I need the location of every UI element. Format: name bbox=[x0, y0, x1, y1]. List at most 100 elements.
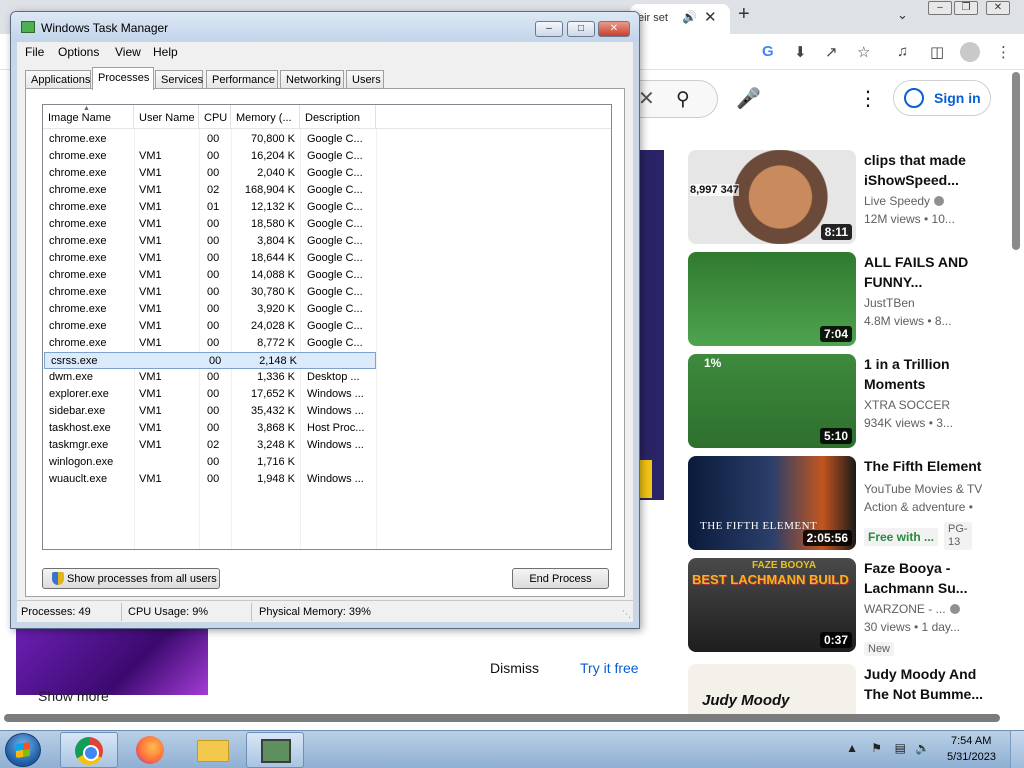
table-row[interactable]: chrome.exe VM1 00 24,028 K Google C... bbox=[43, 318, 611, 335]
column-image-name[interactable]: ▲ Image Name bbox=[43, 105, 134, 129]
video-thumbnail[interactable]: FAZE BOOYA BEST LACHMANN BUILD 0:37 bbox=[688, 558, 856, 652]
video-channel[interactable]: Live Speedy bbox=[864, 194, 945, 208]
media-icon[interactable]: ♫ bbox=[897, 43, 908, 60]
video-item[interactable]: Judy Moody Judy Moody And The Not Bumme.… bbox=[688, 664, 1008, 714]
show-more-link[interactable]: Show more bbox=[38, 688, 109, 704]
video-title[interactable]: 1 in a Trillion Moments bbox=[864, 354, 992, 394]
show-desktop-button[interactable] bbox=[1010, 731, 1024, 768]
table-row[interactable]: chrome.exe VM1 00 18,644 K Google C... bbox=[43, 250, 611, 267]
tab-applications[interactable]: Applications bbox=[25, 70, 91, 89]
video-title[interactable]: Judy Moody And The Not Bumme... bbox=[864, 664, 992, 704]
table-row[interactable]: chrome.exe VM1 00 30,780 K Google C... bbox=[43, 284, 611, 301]
new-tab-button[interactable]: + bbox=[738, 3, 750, 26]
process-list[interactable]: ▲ Image Name User Name CPU Memory (... De… bbox=[42, 104, 612, 550]
table-row[interactable]: chrome.exe VM1 00 14,088 K Google C... bbox=[43, 267, 611, 284]
video-thumbnail[interactable]: Judy Moody bbox=[688, 664, 856, 714]
minimize-button[interactable]: – bbox=[928, 1, 952, 15]
minimize-button[interactable]: – bbox=[535, 21, 563, 37]
table-row[interactable]: taskhost.exe VM1 00 3,868 K Host Proc... bbox=[43, 420, 611, 437]
column-user-name[interactable]: User Name bbox=[134, 105, 199, 129]
tab-users[interactable]: Users bbox=[346, 70, 384, 89]
close-icon[interactable]: ✕ bbox=[704, 8, 717, 26]
mic-icon[interactable]: 🎤 bbox=[736, 86, 761, 111]
table-row[interactable]: dwm.exe VM1 00 1,336 K Desktop ... bbox=[43, 369, 611, 386]
table-row[interactable]: chrome.exe VM1 00 16,204 K Google C... bbox=[43, 148, 611, 165]
page-scrollbar[interactable] bbox=[1012, 72, 1020, 250]
action-center-icon[interactable]: ⚑ bbox=[871, 741, 882, 755]
chevron-down-icon[interactable]: ⌄ bbox=[897, 7, 908, 23]
close-button[interactable]: ✕ bbox=[598, 21, 630, 37]
tab-services[interactable]: Services bbox=[155, 70, 203, 89]
table-row[interactable]: sidebar.exe VM1 00 35,432 K Windows ... bbox=[43, 403, 611, 420]
tray-expand-icon[interactable]: ▲ bbox=[846, 741, 858, 755]
table-row[interactable]: wuauclt.exe VM1 00 1,948 K Windows ... bbox=[43, 471, 611, 488]
horizontal-scrollbar[interactable] bbox=[4, 714, 1000, 722]
volume-icon[interactable]: 🔈 bbox=[915, 741, 930, 755]
table-row[interactable]: chrome.exe VM1 02 168,904 K Google C... bbox=[43, 182, 611, 199]
menu-options[interactable]: Options bbox=[58, 45, 99, 59]
table-row[interactable]: chrome.exe VM1 01 12,132 K Google C... bbox=[43, 199, 611, 216]
tab-networking[interactable]: Networking bbox=[280, 70, 344, 89]
video-channel[interactable]: WARZONE - ... bbox=[864, 602, 960, 616]
table-row[interactable]: taskmgr.exe VM1 02 3,248 K Windows ... bbox=[43, 437, 611, 454]
profile-icon[interactable] bbox=[960, 42, 980, 62]
maximize-button[interactable]: □ bbox=[567, 21, 595, 37]
clock-date[interactable]: 5/31/2023 bbox=[947, 751, 996, 763]
resize-grip-icon[interactable]: ⋱ bbox=[622, 609, 631, 620]
dismiss-button[interactable]: Dismiss bbox=[490, 660, 539, 676]
table-row[interactable]: chrome.exe VM1 00 2,040 K Google C... bbox=[43, 165, 611, 182]
column-cpu[interactable]: CPU bbox=[199, 105, 231, 129]
search-icon[interactable]: ⚲ bbox=[676, 88, 690, 111]
video-item[interactable]: THE FIFTH ELEMENT 2:05:56 The Fifth Elem… bbox=[688, 456, 1008, 552]
yt-search-box[interactable]: ✕ ⚲ bbox=[638, 80, 718, 118]
taskbar-chrome[interactable] bbox=[60, 732, 118, 768]
table-row[interactable]: chrome.exe VM1 00 18,580 K Google C... bbox=[43, 216, 611, 233]
video-title[interactable]: clips that made iShowSpeed... bbox=[864, 150, 992, 190]
column-description[interactable]: Description bbox=[300, 105, 376, 129]
column-memory[interactable]: Memory (... bbox=[231, 105, 300, 129]
video-item[interactable]: 1% 5:10 1 in a Trillion Moments XTRA SOC… bbox=[688, 354, 1008, 450]
video-item[interactable]: FAZE BOOYA BEST LACHMANN BUILD 0:37 Faze… bbox=[688, 558, 1008, 656]
table-row[interactable]: chrome.exe 00 70,800 K Google C... bbox=[43, 131, 611, 148]
end-process-button[interactable]: End Process bbox=[512, 568, 609, 589]
video-item[interactable]: 7:04 ALL FAILS AND FUNNY... JustTBen 4.8… bbox=[688, 252, 1008, 348]
menu-icon[interactable]: ⋮ bbox=[996, 43, 1011, 61]
video-channel[interactable]: YouTube Movies & TV bbox=[864, 482, 982, 496]
try-free-button[interactable]: Try it free bbox=[580, 660, 639, 676]
menu-help[interactable]: Help bbox=[153, 45, 178, 59]
download-icon[interactable]: ⬇ bbox=[794, 43, 807, 61]
star-icon[interactable]: ☆ bbox=[857, 43, 870, 61]
speaker-icon[interactable]: 🔊 bbox=[682, 10, 697, 24]
video-item[interactable]: 8,997 347 8:11 clips that made iShowSpee… bbox=[688, 150, 1008, 246]
show-all-processes-button[interactable]: Show processes from all users bbox=[42, 568, 220, 589]
browser-tab[interactable]: eir set 🔊 ✕ bbox=[630, 4, 730, 34]
table-row[interactable]: chrome.exe VM1 00 8,772 K Google C... bbox=[43, 335, 611, 352]
close-window-button[interactable]: ✕ bbox=[986, 1, 1010, 15]
menu-view[interactable]: View bbox=[115, 45, 141, 59]
table-row[interactable]: explorer.exe VM1 00 17,652 K Windows ... bbox=[43, 386, 611, 403]
video-title[interactable]: Faze Booya - Lachmann Su... bbox=[864, 558, 992, 598]
restore-button[interactable]: ❐ bbox=[954, 1, 978, 15]
table-row[interactable]: winlogon.exe 00 1,716 K bbox=[43, 454, 611, 471]
more-options-icon[interactable]: ⋮ bbox=[858, 86, 878, 111]
video-title[interactable]: ALL FAILS AND FUNNY... bbox=[864, 252, 992, 292]
table-row[interactable]: chrome.exe VM1 00 3,920 K Google C... bbox=[43, 301, 611, 318]
table-row[interactable]: csrss.exe 00 2,148 K bbox=[44, 352, 376, 369]
tab-performance[interactable]: Performance bbox=[206, 70, 278, 89]
share-icon[interactable]: ↗ bbox=[825, 43, 838, 61]
tab-processes[interactable]: Processes bbox=[92, 67, 154, 90]
video-channel[interactable]: JustTBen bbox=[864, 296, 915, 310]
start-button[interactable] bbox=[5, 733, 41, 767]
taskbar-firefox[interactable] bbox=[122, 732, 180, 768]
menu-file[interactable]: File bbox=[25, 45, 44, 59]
clear-search-icon[interactable]: ✕ bbox=[638, 86, 655, 111]
table-row[interactable]: chrome.exe VM1 00 3,804 K Google C... bbox=[43, 233, 611, 250]
google-icon[interactable]: G bbox=[762, 43, 774, 60]
sidebar-icon[interactable]: ◫ bbox=[930, 43, 944, 61]
video-thumbnail[interactable]: 1% 5:10 bbox=[688, 354, 856, 448]
video-title[interactable]: The Fifth Element bbox=[864, 456, 992, 476]
clock-time[interactable]: 7:54 AM bbox=[951, 735, 991, 747]
video-thumbnail[interactable]: THE FIFTH ELEMENT 2:05:56 bbox=[688, 456, 856, 550]
title-bar[interactable]: Windows Task Manager – □ ✕ bbox=[11, 12, 639, 42]
video-thumbnail[interactable]: 8,997 347 8:11 bbox=[688, 150, 856, 244]
